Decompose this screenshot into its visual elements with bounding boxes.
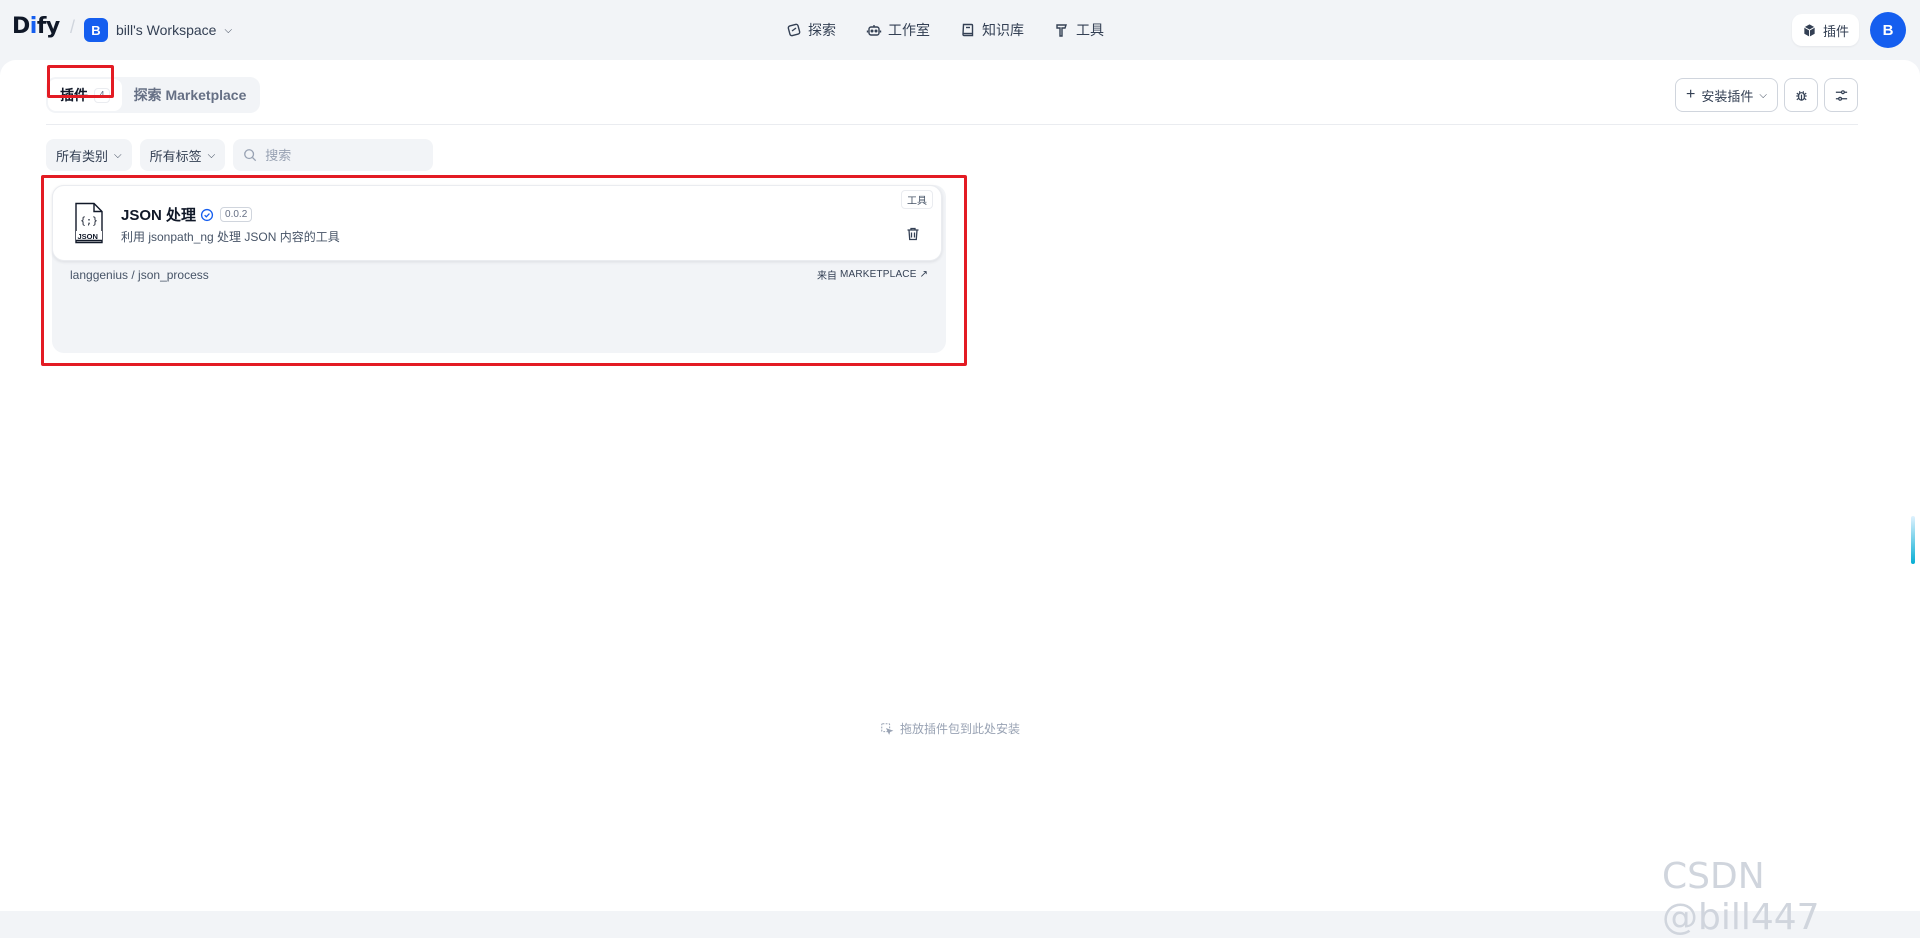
nav-item-studio[interactable]: 工作室: [866, 20, 930, 40]
dify-logo[interactable]: Dify: [12, 14, 60, 39]
main-nav: 探索 工作室 知识库 工具: [786, 18, 1104, 42]
nav-item-tools[interactable]: 工具: [1054, 20, 1104, 40]
tab-marketplace-label: 探索 Marketplace: [133, 87, 247, 103]
workspace-avatar: B: [84, 18, 108, 42]
filter-bar: 所有类别 ⌵ 所有标签 ⌵: [46, 139, 434, 171]
drop-hint-text: 拖放插件包到此处安装: [900, 722, 1021, 736]
workspace-selector[interactable]: B bill's Workspace ⌵: [84, 18, 232, 42]
tag-filter-label: 所有标签: [149, 148, 202, 164]
category-filter[interactable]: 所有类别 ⌵: [46, 139, 132, 171]
plus-icon: +: [1686, 86, 1696, 103]
highlight-box-tab: [47, 65, 114, 98]
settings-sliders-icon: [1835, 89, 1847, 101]
nav-item-label: 探索: [808, 22, 836, 38]
settings-button[interactable]: [1824, 78, 1858, 112]
drop-zone-hint: 拖放插件包到此处安装: [880, 720, 1020, 737]
chevron-down-icon: ⌵: [207, 149, 216, 161]
watermark: CSDN @bill447: [1662, 856, 1820, 938]
header-divider: [46, 124, 1858, 125]
tab-marketplace[interactable]: 探索 Marketplace: [122, 79, 259, 111]
top-navigation: Dify / B bill's Workspace ⌵ 探索 工作室 知识库 工…: [0, 0, 1920, 60]
chevron-down-icon: ⌵: [114, 149, 122, 161]
robot-icon: [866, 25, 882, 36]
plugins-button[interactable]: 插件: [1792, 14, 1860, 46]
explore-icon: [787, 23, 801, 37]
toolbar: + 安装插件 ⌵: [1675, 78, 1858, 112]
nav-item-label: 工作室: [888, 22, 930, 38]
drag-drop-icon: [881, 722, 894, 735]
tag-filter[interactable]: 所有标签 ⌵: [139, 139, 226, 171]
nav-item-knowledge[interactable]: 知识库: [960, 20, 1024, 40]
search-input[interactable]: [263, 146, 414, 164]
search-icon: [244, 149, 257, 162]
debug-button[interactable]: [1784, 78, 1818, 112]
book-icon: [962, 23, 974, 37]
scroll-indicator[interactable]: [1911, 516, 1915, 564]
bug-icon: [1795, 90, 1807, 101]
chevron-down-icon: ⌵: [1759, 89, 1767, 101]
plugins-page: 插件 4 探索 Marketplace + 安装插件 ⌵ 所有类别 ⌵ 所有标签…: [0, 60, 1920, 938]
nav-item-label: 工具: [1076, 22, 1104, 38]
breadcrumb-separator: /: [70, 17, 76, 37]
nav-item-explore[interactable]: 探索: [786, 20, 836, 40]
install-plugin-button[interactable]: + 安装插件 ⌵: [1675, 78, 1778, 112]
cube-icon: [1804, 23, 1815, 37]
user-avatar[interactable]: B: [1870, 12, 1906, 48]
highlight-box-card: [41, 175, 967, 366]
workspace-name: bill's Workspace: [116, 22, 217, 38]
chevron-down-icon: ⌵: [224, 24, 233, 36]
install-plugin-label: 安装插件: [1701, 88, 1754, 104]
hammer-icon: [1056, 24, 1067, 37]
plugins-button-label: 插件: [1823, 23, 1850, 39]
category-filter-label: 所有类别: [56, 148, 109, 164]
nav-item-label: 知识库: [982, 22, 1024, 38]
search-box[interactable]: [233, 139, 434, 171]
